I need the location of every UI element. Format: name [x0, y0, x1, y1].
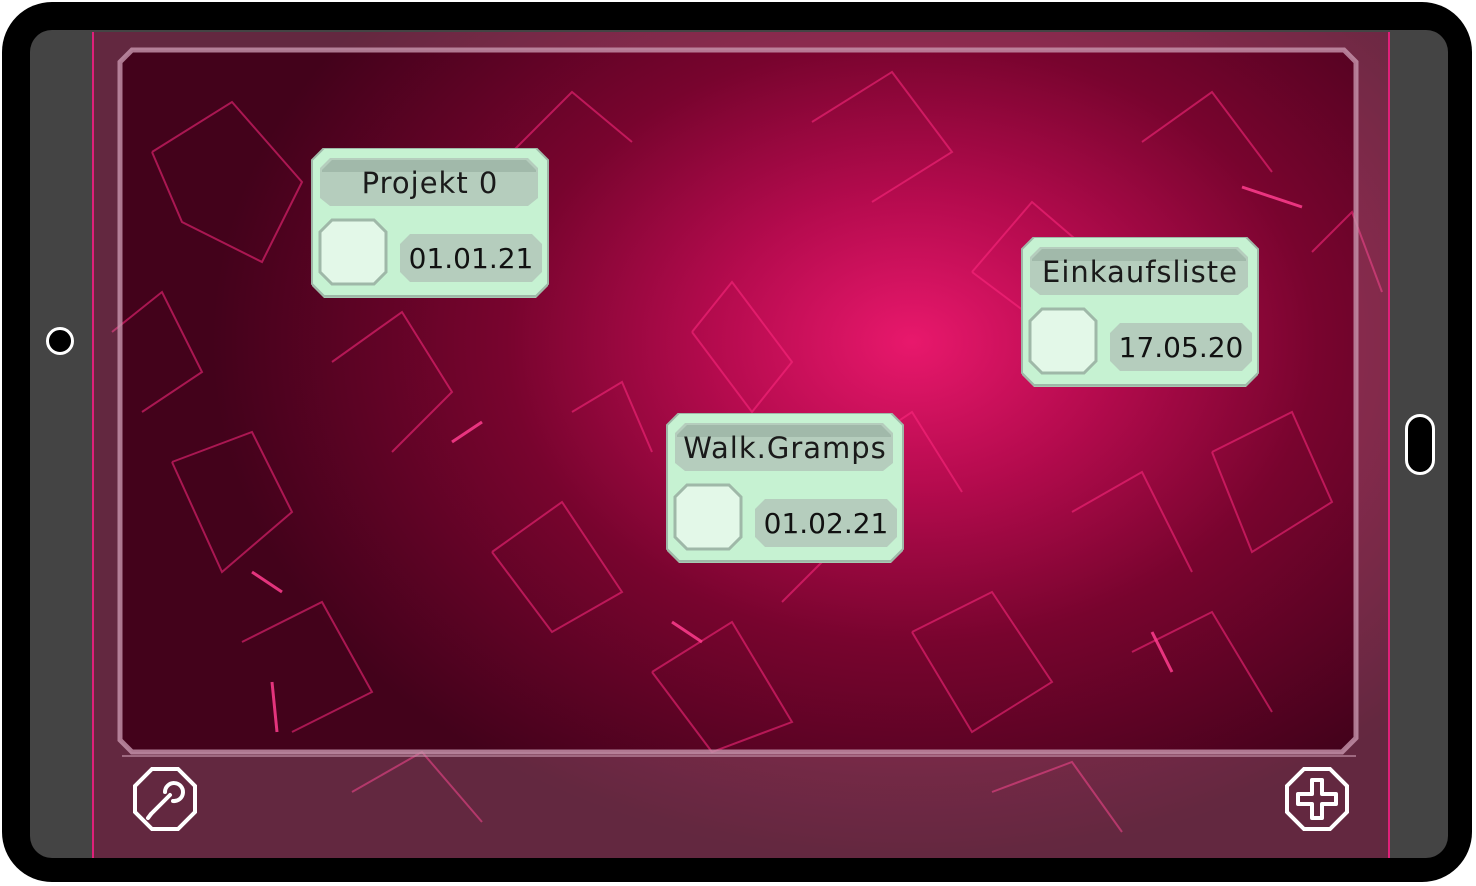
wrench-icon	[133, 767, 197, 831]
card-date: 17.05.20	[1118, 330, 1244, 364]
card-title: Projekt 0	[361, 166, 499, 200]
project-card[interactable]: Projekt 0 01.01.21	[310, 148, 550, 300]
camera-icon	[46, 327, 74, 355]
tablet-device: Projekt 0 01.01.21 Einkaufsliste 17.05.2…	[2, 2, 1472, 882]
card-title: Walk.Gramps	[683, 431, 887, 465]
project-card[interactable]: Einkaufsliste 17.05.20	[1020, 237, 1260, 389]
card-date: 01.02.21	[763, 506, 889, 540]
project-card[interactable]: Walk.Gramps 01.02.21	[665, 413, 905, 565]
home-button[interactable]	[1405, 414, 1435, 475]
settings-button[interactable]	[132, 766, 198, 832]
screen-edge-left	[92, 32, 94, 858]
screen-edge-right	[1388, 32, 1390, 858]
card-title: Einkaufsliste	[1042, 255, 1238, 289]
app-screen: Projekt 0 01.01.21 Einkaufsliste 17.05.2…	[92, 32, 1390, 858]
plus-icon	[1285, 767, 1349, 831]
card-date: 01.01.21	[408, 241, 534, 275]
add-button[interactable]	[1284, 766, 1350, 832]
